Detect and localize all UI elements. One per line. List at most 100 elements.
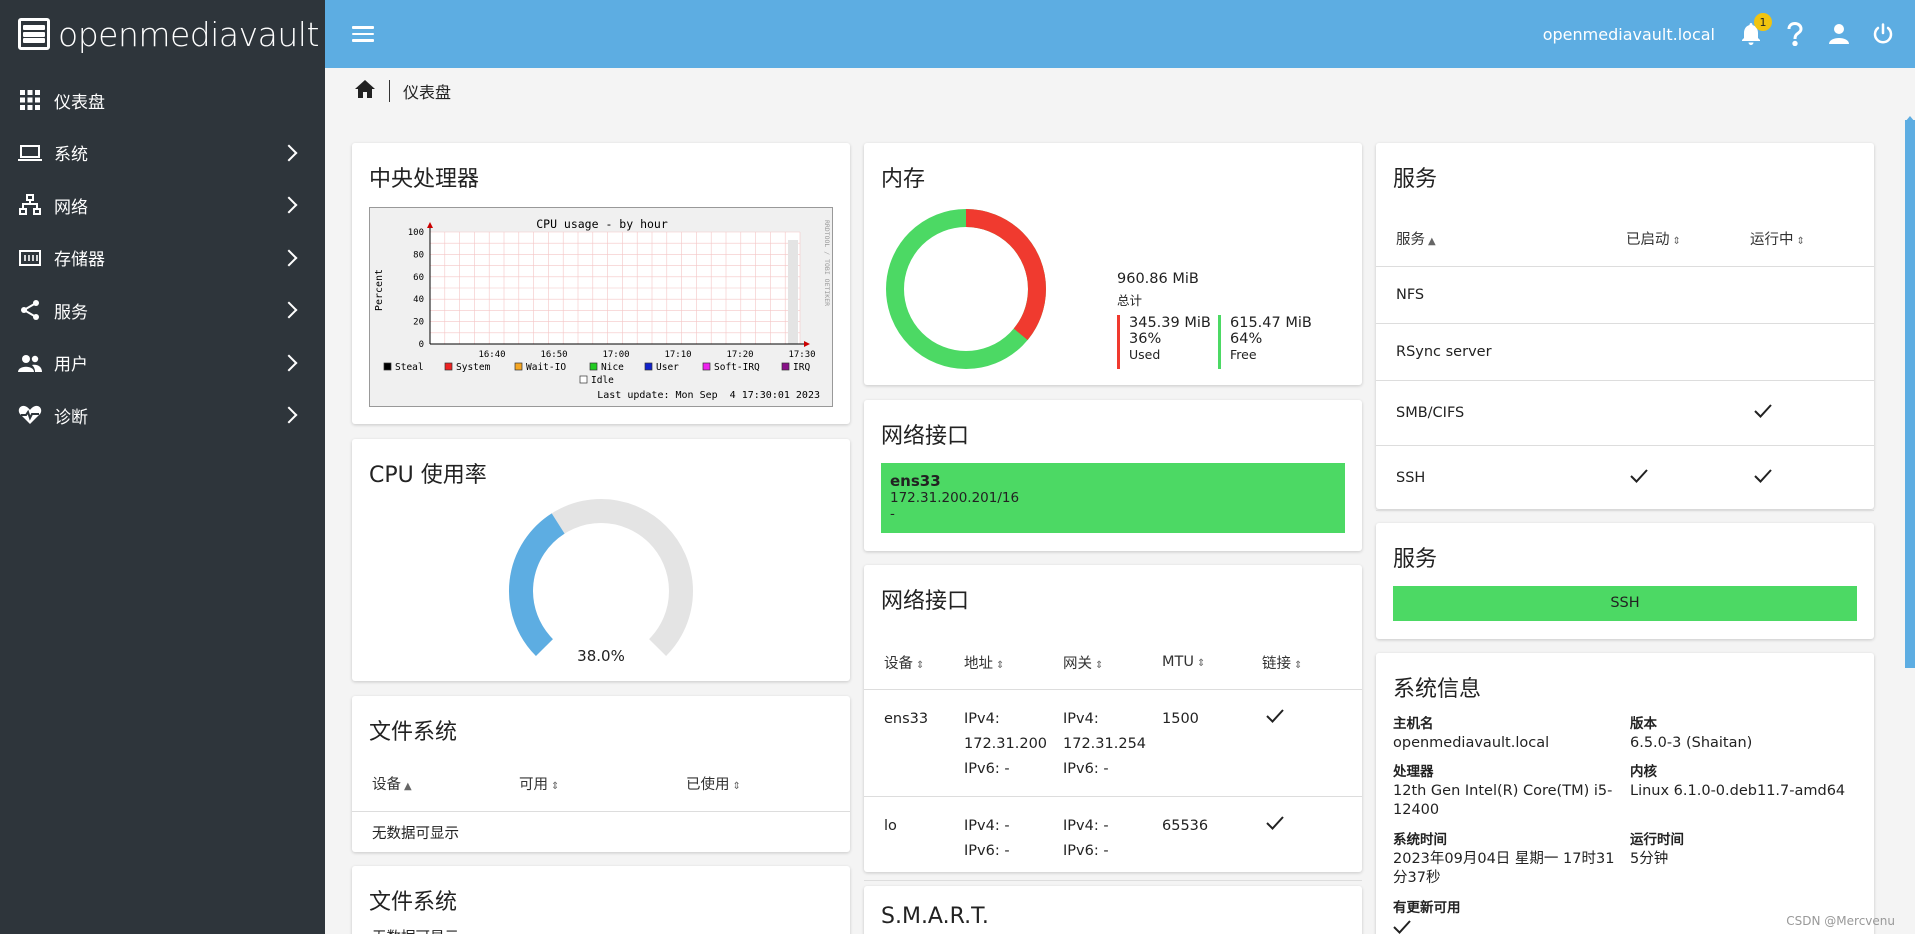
column-header-running[interactable]: 运行中 ⇕ [1750, 228, 1870, 249]
gauge-value-label: 38.0% [577, 647, 625, 665]
address-line: IPv4: - [964, 818, 1010, 834]
brand[interactable]: openmediavault [0, 0, 325, 68]
legend-label: Soft-IRQ [714, 362, 760, 373]
x-tick-label: 17:20 [726, 350, 753, 360]
check-icon [1754, 404, 1772, 418]
sidebar-item-services[interactable]: 服务 [0, 284, 325, 337]
sidebar-item-dashboard[interactable]: 仪表盘 [0, 74, 325, 127]
service-status-tile[interactable]: SSH [1393, 586, 1857, 621]
interface-name: ens33 [890, 472, 941, 490]
column-label: 网关 [1063, 655, 1092, 672]
sidebar-item-system[interactable]: 系统 [0, 127, 325, 180]
check-icon [1266, 709, 1284, 723]
column-header-gateway[interactable]: 网关 ⇕ [1063, 652, 1162, 673]
sidebar-item-users[interactable]: 用户 [0, 337, 325, 390]
column-label: 已使用 [686, 777, 730, 793]
column-header-device[interactable]: 设备 ▲ [352, 773, 519, 794]
cell-service-name: NFS [1396, 287, 1425, 303]
network-interface-card: 网络接口 ens33 172.31.200.201/16 - [864, 400, 1362, 551]
chart-legend: Steal System Wait-IO Nice User Soft-IRQ IRQ Idl… [383, 362, 810, 386]
services-card: 服务 服务 ▲ 已启动 ⇕ 运行中 ⇕ NFS RSync server SMB/CIFS… [1376, 143, 1874, 511]
cell-link [1262, 707, 1352, 796]
help-icon[interactable] [1783, 22, 1807, 46]
table-header: 设备 ⇕ 地址 ⇕ 网关 ⇕ MTU ⇕ 链接 ⇕ [864, 635, 1362, 690]
gateway-line: IPv6: - [1063, 843, 1109, 859]
column-header-mtu[interactable]: MTU ⇕ [1162, 654, 1262, 670]
card-title: 网络接口 [881, 424, 970, 449]
memory-free-value: 615.47 MiB [1230, 315, 1312, 331]
sort-icon: ⇕ [1672, 236, 1681, 247]
card-title: 网络接口 [881, 589, 970, 614]
processor-field: 处理器 12th Gen Intel(R) Core(TM) i5-12400 [1393, 763, 1625, 820]
table-row: SMB/CIFS [1376, 381, 1874, 446]
card-title: 服务 [1393, 547, 1438, 572]
cell-gateway: IPv4: 172.31.254 IPv6: - [1063, 707, 1162, 796]
sidebar: openmediavault 仪表盘 系统 网络 存储器 服务 用户 诊断 [0, 0, 325, 934]
field-value: 2023年09月04日 星期一 17时31分37秒 [1393, 851, 1615, 886]
system-info-card: 系统信息 主机名 openmediavault.local 版本 6.5.0-3… [1376, 653, 1874, 934]
user-icon[interactable] [1827, 22, 1851, 46]
legend-swatch [444, 362, 453, 371]
memory-free-block: 615.47 MiB 64% Free [1218, 315, 1312, 369]
share-icon [18, 298, 42, 322]
y-tick-label: 0 [419, 340, 424, 350]
legend-label: IRQ [793, 362, 810, 373]
address-line: IPv6: - [964, 843, 1010, 859]
brand-logo-icon [18, 18, 50, 50]
field-label: 处理器 [1393, 764, 1434, 780]
chart-side-label: RRDTOOL / TOBI OETIKER [823, 220, 831, 306]
uptime-field: 运行时间 5分钟 [1630, 831, 1862, 869]
field-label: 系统时间 [1393, 832, 1447, 848]
column-label: 地址 [964, 655, 993, 672]
sidebar-item-label: 系统 [54, 145, 88, 166]
cpu-chart-svg: CPU usage - by hour Percent RRDTOOL / TO… [374, 217, 831, 401]
column-header-service[interactable]: 服务 ▲ [1376, 228, 1626, 249]
y-tick-label: 80 [413, 250, 424, 260]
chevron-right-icon [280, 196, 298, 214]
power-icon[interactable] [1871, 22, 1895, 46]
x-tick-label: 16:40 [478, 350, 505, 360]
legend-swatch [644, 362, 653, 371]
interface-status-tile[interactable]: ens33 172.31.200.201/16 - [881, 463, 1345, 533]
field-value: Linux 6.1.0-0.deb11.7-amd64 [1630, 783, 1846, 799]
sort-asc-icon: ▲ [404, 781, 412, 792]
column-label: 可用 [519, 777, 548, 793]
y-tick-label: 40 [413, 295, 424, 305]
notification-badge: 1 [1754, 13, 1772, 31]
sort-asc-icon: ▲ [1428, 236, 1436, 247]
memory-free-label: Free [1230, 347, 1257, 362]
field-label: 有更新可用 [1393, 900, 1461, 916]
column-header-available[interactable]: 可用 ⇕ [519, 773, 686, 794]
column-header-address[interactable]: 地址 ⇕ [964, 652, 1063, 673]
column-header-device[interactable]: 设备 ⇕ [864, 652, 964, 673]
gateway-line: IPv6: - [1063, 761, 1109, 777]
sidebar-item-storage[interactable]: 存储器 [0, 232, 325, 285]
memory-used-label: Used [1129, 347, 1161, 362]
column-label: 链接 [1262, 655, 1291, 672]
legend-label: Idle [591, 375, 614, 386]
x-tick-label: 17:10 [664, 350, 691, 360]
sidebar-item-diagnostics[interactable]: 诊断 [0, 389, 325, 442]
column-header-used[interactable]: 已使用 ⇕ [686, 773, 846, 794]
legend-swatch [383, 362, 392, 371]
cell-mtu: 65536 [1162, 818, 1209, 834]
bell-icon[interactable]: 1 [1739, 13, 1772, 46]
chart-plot-area [427, 222, 810, 347]
cell-gateway: IPv4: - IPv6: - [1063, 814, 1162, 880]
laptop-icon [18, 141, 42, 165]
check-icon [1393, 920, 1411, 934]
scrollbar-thumb[interactable] [1905, 120, 1915, 668]
column-header-enabled[interactable]: 已启动 ⇕ [1626, 228, 1750, 249]
sort-icon: ⇕ [1294, 659, 1303, 671]
sidebar-item-label: 网络 [54, 197, 88, 218]
home-icon[interactable] [355, 80, 375, 102]
cell-service-name: SMB/CIFS [1396, 405, 1465, 421]
menu-toggle-icon[interactable] [352, 26, 374, 42]
column-header-link[interactable]: 链接 ⇕ [1262, 652, 1352, 673]
sort-icon: ⇕ [996, 659, 1005, 671]
field-value: 12th Gen Intel(R) Core(TM) i5-12400 [1393, 783, 1613, 818]
y-axis-arrow [427, 222, 433, 228]
sidebar-item-network[interactable]: 网络 [0, 179, 325, 232]
hostname-label: openmediavault.local [1542, 24, 1715, 44]
memory-donut [886, 209, 1046, 369]
